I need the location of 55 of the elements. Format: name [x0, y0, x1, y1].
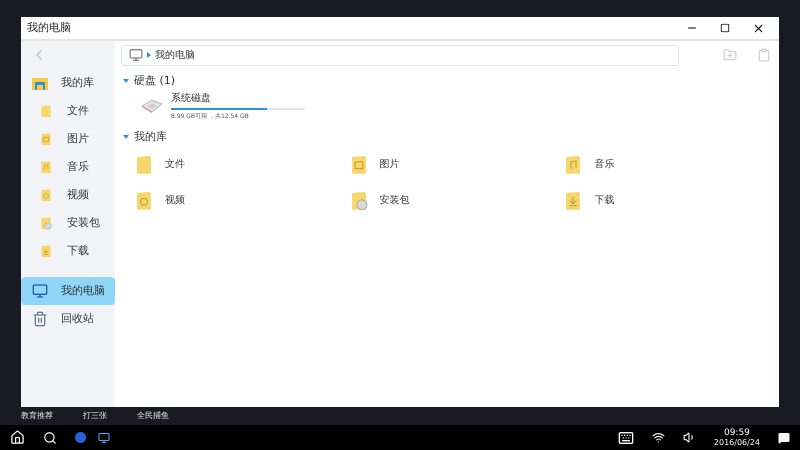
- folder-icon: [40, 188, 52, 202]
- sidebar-item[interactable]: 我的库: [21, 69, 115, 97]
- sidebar-item[interactable]: 我的电脑: [21, 277, 115, 305]
- sidebar-item[interactable]: 音乐: [21, 153, 115, 181]
- sidebar-item[interactable]: 安装包: [21, 209, 115, 237]
- keyboard-icon[interactable]: [618, 430, 634, 446]
- volume-icon[interactable]: [682, 431, 696, 444]
- notifications-icon[interactable]: [778, 432, 790, 444]
- sidebar-item[interactable]: 视频: [21, 181, 115, 209]
- computer-icon: [32, 283, 48, 299]
- folder-icon: [40, 104, 52, 118]
- sidebar-item[interactable]: 下载: [21, 237, 115, 265]
- recycle-bin-icon: [32, 311, 48, 327]
- search-icon[interactable]: [43, 430, 57, 444]
- section-title: 我的库: [134, 128, 167, 145]
- folder-icon: [350, 154, 368, 174]
- breadcrumb-arrow-icon: [147, 52, 151, 58]
- close-icon[interactable]: [752, 22, 765, 34]
- caret-icon[interactable]: [123, 78, 129, 84]
- folder-icon: [40, 132, 52, 146]
- folder-icon: [564, 154, 582, 174]
- library-folder[interactable]: 文件: [135, 151, 350, 177]
- breadcrumb-location: 我的电脑: [155, 48, 195, 62]
- maximize-icon[interactable]: [720, 23, 730, 33]
- folder-icon: [40, 244, 52, 258]
- desktop-icon-label[interactable]: 教育推荐: [21, 410, 53, 422]
- computer-icon: [129, 48, 143, 62]
- home-icon[interactable]: [10, 430, 25, 445]
- folder-icon: [350, 190, 368, 210]
- library-folder[interactable]: 图片: [350, 151, 564, 177]
- desktop-icon-label[interactable]: 全民捕鱼: [137, 410, 169, 422]
- sidebar-item[interactable]: 图片: [21, 125, 115, 153]
- library-folder[interactable]: 下载: [564, 187, 779, 213]
- clock-date: 2016/06/24: [714, 438, 760, 448]
- desktop-icon-label[interactable]: 打三张: [83, 410, 107, 422]
- library-folder[interactable]: 安装包: [350, 187, 564, 213]
- app-icon[interactable]: [98, 432, 110, 444]
- sidebar-item[interactable]: 回收站: [21, 305, 115, 333]
- library-folder[interactable]: 视频: [135, 187, 350, 213]
- folder-icon: [564, 190, 582, 210]
- folder-icon: [135, 154, 153, 174]
- folder-icon: [40, 160, 52, 174]
- clock-time: 09:59: [724, 428, 750, 438]
- sidebar-item[interactable]: 文件: [21, 97, 115, 125]
- window-title: 我的电脑: [27, 20, 72, 36]
- folder-icon: [40, 216, 52, 230]
- address-bar[interactable]: 我的电脑: [121, 44, 679, 66]
- caret-icon[interactable]: [123, 134, 129, 140]
- disk-name: 系统磁盘: [171, 92, 212, 106]
- section-title: 硬盘 (1): [134, 72, 176, 89]
- disk-drive-icon: [141, 99, 163, 113]
- folder-icon: [135, 190, 153, 210]
- library-icon: [32, 76, 48, 90]
- library-folder[interactable]: 音乐: [564, 151, 779, 177]
- app-icon[interactable]: [75, 432, 86, 443]
